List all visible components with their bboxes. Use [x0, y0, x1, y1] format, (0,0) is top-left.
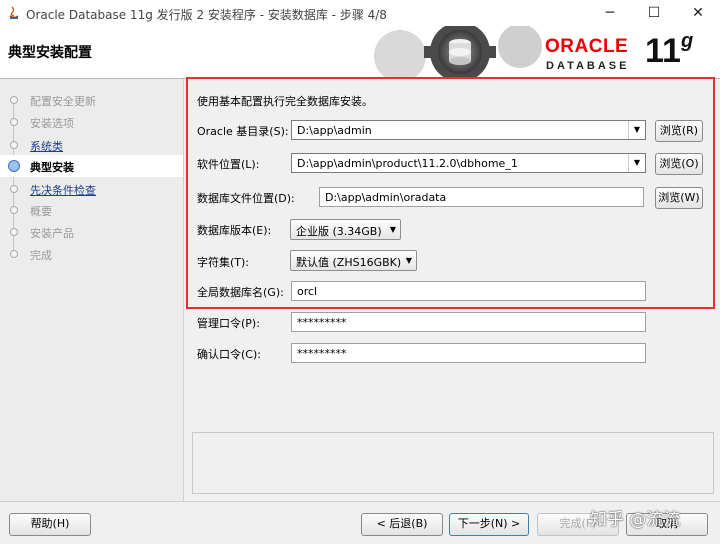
admin-password-input[interactable]: ********* [291, 312, 646, 332]
title-bar: Oracle Database 11g 发行版 2 安装程序 - 安装数据库 -… [0, 0, 720, 27]
close-button[interactable]: ✕ [676, 0, 720, 26]
step-prerequisite-checks[interactable]: 先决条件检查 [0, 178, 183, 200]
step-dot-icon [10, 118, 18, 126]
window-title: Oracle Database 11g 发行版 2 安装程序 - 安装数据库 -… [26, 8, 387, 22]
header-banner: 典型安装配置 ORACLE DATABASE 11g [0, 26, 720, 78]
back-button[interactable]: < 后退(B) [361, 513, 443, 536]
oracle-logo: ORACLE DATABASE 11g [545, 30, 715, 76]
step-dot-icon [10, 206, 18, 214]
minimize-button[interactable]: ─ [588, 0, 632, 26]
step-dot-icon [10, 141, 18, 149]
step-finish: 完成 [0, 243, 183, 265]
logo-version: 11g [645, 30, 694, 71]
highlight-annotation-box [186, 77, 715, 309]
step-label: 概要 [30, 205, 52, 218]
admin-password-label: 管理口令(P): [197, 317, 260, 330]
maximize-button[interactable]: ☐ [632, 0, 676, 26]
logo-version-number: 11 [645, 32, 681, 70]
logo-version-suffix: g [680, 30, 694, 52]
step-label[interactable]: 先决条件检查 [30, 182, 96, 198]
confirm-password-input[interactable]: ********* [291, 343, 646, 363]
step-current-icon [8, 160, 20, 172]
step-label: 安装选项 [30, 117, 74, 130]
step-dot-icon [10, 96, 18, 104]
step-install-options: 安装选项 [0, 111, 183, 133]
step-dot-icon [10, 250, 18, 258]
footer-divider [0, 501, 720, 502]
step-install-product: 安装产品 [0, 221, 183, 243]
gears-decoration-icon [374, 26, 542, 78]
logo-database-text: DATABASE [546, 60, 630, 72]
help-button[interactable]: 帮助(H) [9, 513, 91, 536]
watermark-text: 知乎 @流流 [590, 510, 681, 530]
step-label: 完成 [30, 249, 52, 262]
step-label: 配置安全更新 [30, 95, 96, 108]
step-label[interactable]: 系统类 [30, 138, 63, 154]
step-label: 安装产品 [30, 227, 74, 240]
confirm-password-label: 确认口令(C): [197, 348, 261, 361]
page-title: 典型安装配置 [8, 45, 92, 61]
step-system-class[interactable]: 系统类 [0, 134, 183, 156]
java-app-icon [9, 6, 19, 19]
next-button[interactable]: 下一步(N) > [449, 513, 529, 536]
message-area [192, 432, 714, 494]
step-label: 典型安装 [30, 161, 74, 174]
step-summary: 概要 [0, 199, 183, 221]
logo-oracle-text: ORACLE [545, 36, 629, 57]
confirm-password-value[interactable]: ********* [297, 347, 347, 360]
step-dot-icon [10, 185, 18, 193]
admin-password-value[interactable]: ********* [297, 316, 347, 329]
step-security-updates: 配置安全更新 [0, 89, 183, 111]
step-typical-install: 典型安装 [0, 155, 183, 177]
steps-sidebar: 配置安全更新 安装选项 系统类 典型安装 先决条件检查 概要 安装产品 完成 [0, 79, 184, 501]
step-dot-icon [10, 228, 18, 236]
